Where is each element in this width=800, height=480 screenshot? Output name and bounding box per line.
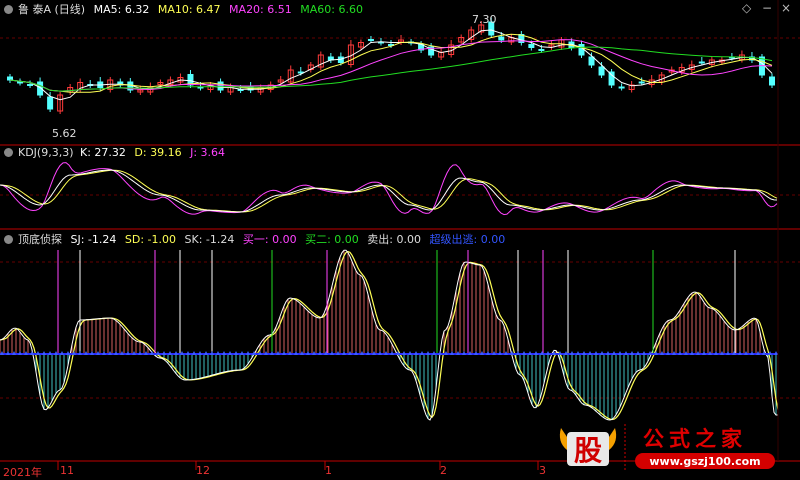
panel-dot-icon — [4, 148, 13, 157]
panel-dot-icon — [4, 235, 13, 244]
detect-escape: 超级出逃: 0.00 — [429, 233, 506, 246]
detect-name: 顶底侦探 — [18, 233, 62, 246]
ma5-label: MA5: 6.32 — [93, 3, 150, 16]
x-tick-2: 2 — [440, 464, 447, 477]
candle-body — [17, 81, 24, 84]
x-tick-12: 12 — [196, 464, 210, 477]
kdj-d-line — [0, 169, 778, 213]
logo-char: 股 — [574, 434, 602, 467]
x-tick-11: 11 — [60, 464, 74, 477]
candle-body — [638, 81, 645, 84]
candle-body — [217, 81, 224, 91]
logo-graphic: 股 公式之家 www.gszj100.com — [559, 424, 775, 470]
candle-body — [578, 44, 585, 56]
kdj-j: J: 3.64 — [190, 146, 226, 159]
kdj-k-line — [0, 169, 778, 213]
kdj-d: D: 39.16 — [134, 146, 182, 159]
candle-body — [538, 49, 545, 51]
candle-body — [588, 56, 595, 66]
kdj-k: K: 27.32 — [80, 146, 126, 159]
close-icon[interactable]: × — [781, 1, 791, 15]
kdj-name: KDJ(9,3,3) — [18, 146, 74, 159]
x-tick-3: 3 — [539, 464, 546, 477]
main-header: 鲁 泰A (日线) MA5: 6.32 MA10: 6.47 MA20: 6.5… — [4, 1, 368, 17]
low-annotation: 5.62 — [52, 127, 77, 140]
panel-dot-icon — [4, 5, 13, 14]
kdj-header: KDJ(9,3,3) K: 27.32 D: 39.16 J: 3.64 — [4, 146, 230, 159]
candle-body — [698, 61, 705, 64]
candle-body — [498, 36, 505, 41]
candle-body — [47, 96, 54, 110]
high-annotation: 7.30 — [472, 13, 497, 26]
candle-body — [367, 39, 374, 41]
candle-body — [769, 76, 775, 86]
candle-body — [618, 86, 625, 89]
candle-body — [528, 44, 535, 48]
symbol-label: 鲁 泰A (日线) — [18, 3, 86, 16]
detect-buy2: 买二: 0.00 — [305, 233, 359, 246]
detect-sell: 卖出: 0.00 — [367, 233, 421, 246]
detect-buy1: 买一: 0.00 — [242, 233, 297, 246]
sd-line — [0, 250, 779, 421]
candle-body — [608, 71, 615, 86]
minimize-icon[interactable]: − — [762, 1, 772, 15]
candle-body — [27, 84, 34, 86]
x-tick-1: 1 — [325, 464, 332, 477]
detect-sj: SJ: -1.24 — [70, 233, 117, 246]
ma60-label: MA60: 6.60 — [300, 3, 363, 16]
detect-sd: SD: -1.00 — [124, 233, 177, 246]
candle-body — [7, 76, 13, 81]
ma10-label: MA10: 6.47 — [157, 3, 221, 16]
candle-body — [598, 66, 605, 76]
detect-header: 顶底侦探 SJ: -1.24 SD: -1.00 SK: -1.24 买一: 0… — [4, 231, 510, 247]
restore-icon[interactable]: ◇ — [742, 1, 751, 15]
ma20-label: MA20: 6.51 — [229, 3, 292, 16]
site-logo: 股 公式之家 www.gszj100.com — [555, 420, 785, 474]
detect-sk: SK: -1.24 — [184, 233, 235, 246]
logo-url: www.gszj100.com — [649, 455, 760, 468]
logo-title: 公式之家 — [643, 427, 747, 451]
